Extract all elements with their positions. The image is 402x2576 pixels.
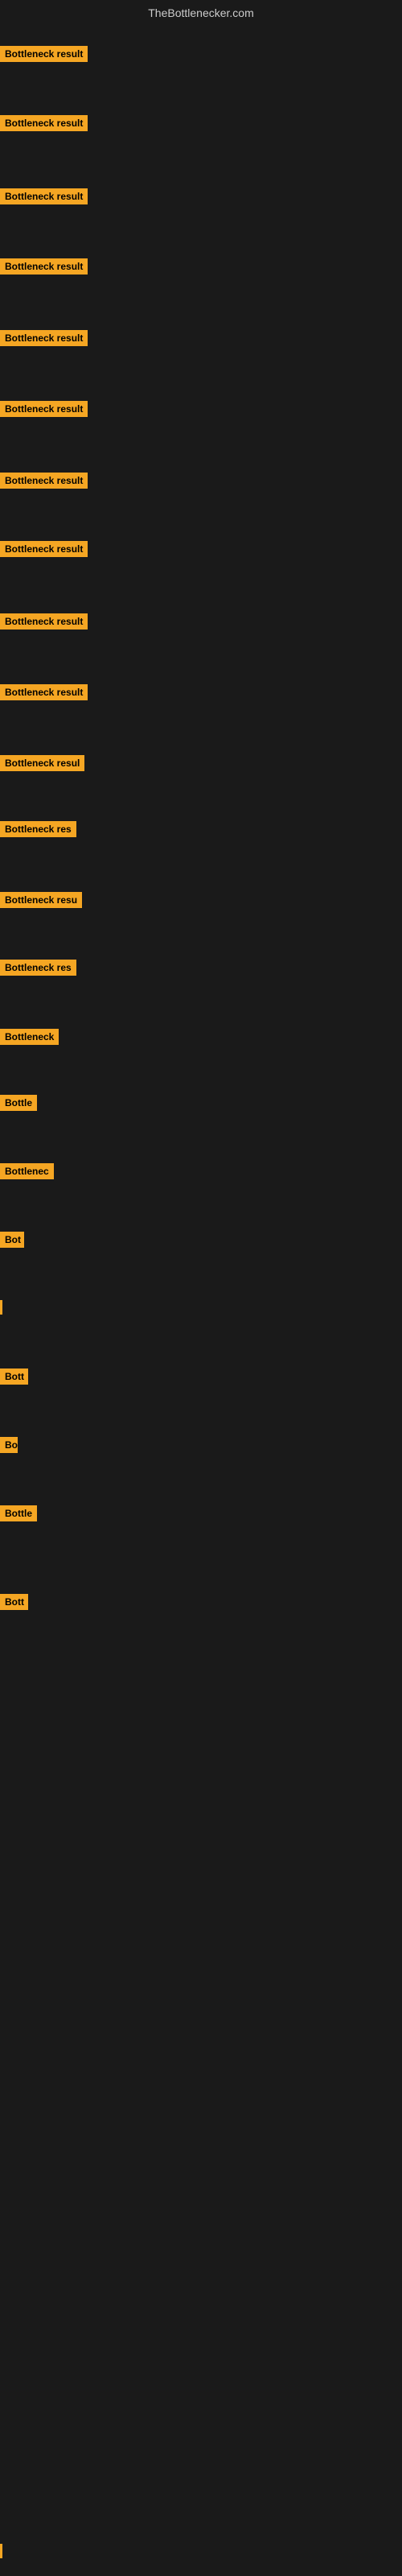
bottleneck-result-badge[interactable]: Bottleneck result [0,258,88,275]
bottleneck-result-badge[interactable]: Bottleneck result [0,473,88,489]
bottleneck-result-badge[interactable]: Bott [0,1368,28,1385]
bottleneck-badge-row: Bottleneck result [0,115,88,135]
bottleneck-badge-row: Bottlenec [0,1163,54,1183]
bottleneck-badge-row: Bottleneck result [0,46,88,66]
bottleneck-badge-row: Bott [0,1368,28,1389]
bottleneck-badge-row: Bott [0,1594,28,1614]
site-title: TheBottlenecker.com [0,0,402,26]
bottleneck-result-badge[interactable]: Bottle [0,1095,37,1111]
bottleneck-result-badge[interactable]: Bottleneck result [0,684,88,700]
bottleneck-badge-row: Bottleneck [0,1029,59,1049]
bottleneck-result-badge[interactable]: Bo [0,1437,18,1453]
bottleneck-badge-row: Bottleneck result [0,188,88,208]
bottleneck-badge-row: Bottleneck res [0,960,76,980]
bottleneck-result-badge[interactable]: Bottleneck result [0,541,88,557]
bottleneck-result-badge[interactable]: Bott [0,1594,28,1610]
bottleneck-badge-row: Bottleneck result [0,684,88,704]
bottleneck-badge-row: Bottleneck result [0,541,88,561]
bottleneck-badge-row: Bottleneck result [0,401,88,421]
bottleneck-result-badge[interactable]: Bottleneck resu [0,892,82,908]
bottleneck-badge-row: Bottleneck result [0,613,88,634]
bottleneck-badge-row: Bottleneck resul [0,755,84,775]
bottleneck-result-badge[interactable]: Bottleneck result [0,401,88,417]
bottleneck-badge-row: Bottleneck res [0,821,76,841]
bottleneck-badge-row: Bottleneck result [0,473,88,493]
bottleneck-result-badge[interactable]: Bottleneck result [0,46,88,62]
bottleneck-badge-row: Bottle [0,1095,37,1115]
bottleneck-result-badge[interactable]: Bottleneck res [0,821,76,837]
bottleneck-result-badge[interactable]: Bot [0,1232,24,1248]
bottleneck-badge-row: Bottle [0,1505,37,1525]
bottleneck-result-badge[interactable]: Bottleneck [0,1029,59,1045]
bottleneck-result-badge[interactable]: Bottleneck res [0,960,76,976]
bottleneck-result-badge[interactable]: Bottleneck result [0,613,88,630]
bottleneck-badge-row: Bo [0,1437,18,1457]
bottleneck-result-badge[interactable]: Bottlenec [0,1163,54,1179]
bottleneck-result-badge[interactable]: Bottleneck resul [0,755,84,771]
bottleneck-result-badge[interactable]: Bottleneck result [0,188,88,204]
text-cursor [0,2544,2,2558]
bottleneck-result-badge[interactable]: Bottleneck result [0,330,88,346]
bottleneck-badge-row: Bottleneck result [0,258,88,279]
bottleneck-result-badge[interactable]: Bottle [0,1505,37,1521]
bottleneck-result-badge[interactable]: Bottleneck result [0,115,88,131]
bottleneck-badge-row: Bot [0,1232,24,1252]
bottleneck-badge-row: Bottleneck resu [0,892,82,912]
bottleneck-badge-row: Bottleneck result [0,330,88,350]
text-cursor [0,1300,2,1315]
